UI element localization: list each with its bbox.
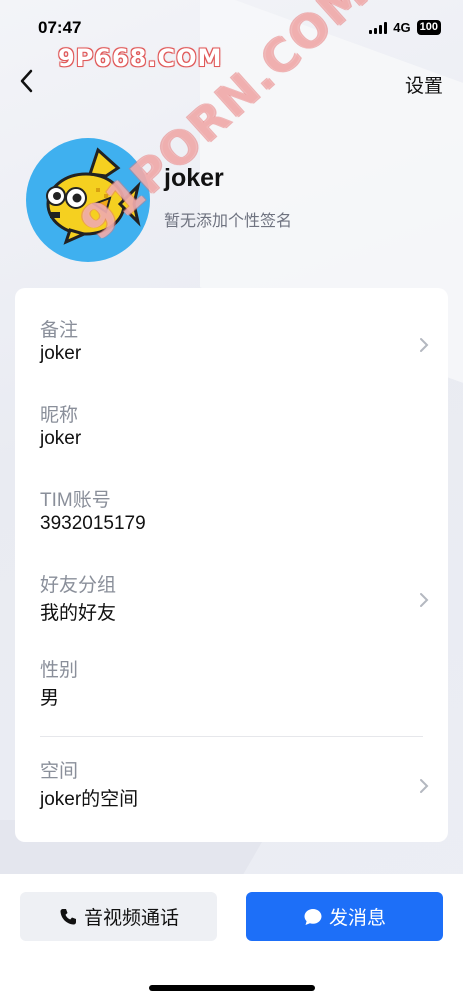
chevron-right-icon xyxy=(420,593,429,607)
chat-bubble-icon xyxy=(304,908,322,925)
detail-row-space[interactable]: 空间 joker的空间 xyxy=(15,756,448,834)
space-label: 空间 xyxy=(40,761,79,782)
gender-label: 性别 xyxy=(40,660,79,681)
space-value: joker的空间 xyxy=(40,789,139,810)
nickname-label: 昵称 xyxy=(40,405,79,426)
remark-value: joker xyxy=(40,343,82,364)
profile-name: joker xyxy=(164,164,224,192)
profile-signature: 暂无添加个性签名 xyxy=(164,213,293,230)
signal-icon xyxy=(369,21,388,34)
detail-row-friend-group[interactable]: 好友分组 我的好友 xyxy=(15,570,448,648)
profile-details-card: 备注 joker 昵称 joker TIM账号 3932015179 好友分组 … xyxy=(15,288,448,842)
detail-row-account: TIM账号 3932015179 xyxy=(15,485,448,563)
send-message-label: 发消息 xyxy=(328,908,386,929)
av-call-button[interactable]: 音视频通话 xyxy=(20,892,217,941)
bottom-action-bar: 音视频通话 发消息 xyxy=(0,874,463,1000)
detail-row-remark[interactable]: 备注 joker xyxy=(15,315,448,393)
nickname-value: joker xyxy=(40,428,82,449)
send-message-button[interactable]: 发消息 xyxy=(246,892,443,941)
pixel-fish-avatar-icon xyxy=(46,147,141,245)
divider xyxy=(40,736,423,737)
detail-row-gender: 性别 男 xyxy=(15,655,448,733)
avatar[interactable] xyxy=(26,138,150,262)
gender-value: 男 xyxy=(40,688,60,709)
remark-label: 备注 xyxy=(40,320,79,341)
network-type: 4G xyxy=(393,20,411,35)
status-indicators: 4G 100 xyxy=(369,20,441,35)
back-arrow-icon[interactable] xyxy=(16,66,40,96)
status-time: 07:47 xyxy=(38,18,82,37)
settings-button[interactable]: 设置 xyxy=(405,71,443,98)
friend-group-label: 好友分组 xyxy=(40,575,117,596)
chevron-right-icon xyxy=(420,779,429,793)
account-value: 3932015179 xyxy=(40,513,146,534)
account-label: TIM账号 xyxy=(40,490,111,511)
detail-row-nickname: 昵称 joker xyxy=(15,400,448,478)
battery-icon: 100 xyxy=(416,20,441,35)
home-indicator[interactable] xyxy=(149,985,315,991)
watermark-top: 9P668.COM xyxy=(58,44,223,72)
chevron-right-icon xyxy=(420,338,429,352)
phone-icon xyxy=(60,908,76,924)
contact-profile-screen: 07:47 4G 100 9P668.COM 设置 joker 暂无添加个性签名… xyxy=(0,0,463,1000)
friend-group-value: 我的好友 xyxy=(40,603,117,624)
av-call-label: 音视频通话 xyxy=(83,908,179,929)
